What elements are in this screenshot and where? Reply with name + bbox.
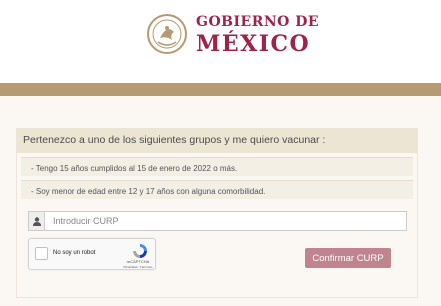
recaptcha-widget: No soy un robot reCAPTCHA Privacidad - T…: [28, 238, 156, 270]
recaptcha-links[interactable]: Privacidad - Términos: [119, 265, 157, 269]
eligibility-item: - Tengo 15 años cumplidos al 15 de enero…: [21, 157, 413, 176]
recaptcha-brand: reCAPTCHA: [126, 259, 150, 264]
recaptcha-logo-icon: [133, 244, 147, 258]
eligibility-title: Pertenezco a uno de los siguientes grupo…: [17, 129, 417, 153]
header-divider-bar: [0, 83, 441, 96]
curp-input[interactable]: [44, 211, 407, 231]
site-header: GOBIERNO DE MÉXICO: [0, 0, 441, 83]
gobierno-logo[interactable]: GOBIERNO DE MÉXICO: [146, 12, 319, 58]
confirm-curp-button[interactable]: Confirmar CURP: [305, 248, 391, 268]
recaptcha-checkbox[interactable]: [35, 247, 48, 260]
brand-line-1: GOBIERNO DE: [196, 14, 320, 30]
brand-line-2: MÉXICO: [196, 31, 311, 57]
user-icon: [28, 211, 44, 231]
brand-text: GOBIERNO DE MÉXICO: [196, 15, 319, 55]
coat-of-arms-icon: [147, 14, 187, 54]
curp-input-group: [28, 211, 407, 231]
recaptcha-label: No soy un robot: [53, 250, 96, 256]
eligibility-item: - Soy menor de edad entre 12 y 17 años c…: [21, 180, 413, 199]
